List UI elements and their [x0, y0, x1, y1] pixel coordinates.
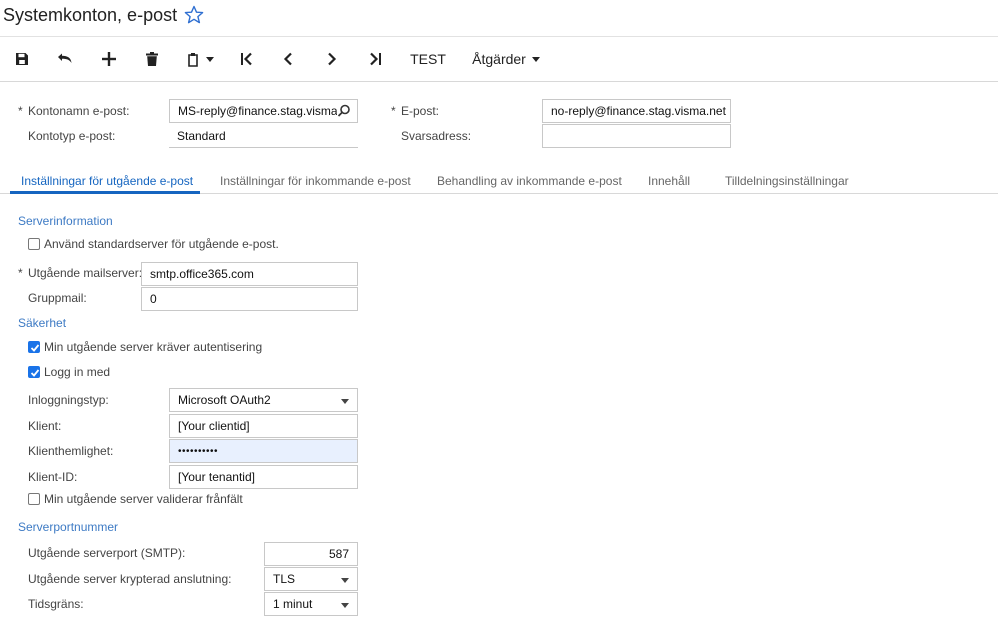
validates-from-label: Min utgående server validerar frånfält [44, 492, 243, 506]
timeout-select[interactable]: 1 minut [264, 592, 358, 616]
last-icon [370, 52, 381, 66]
section-server-info: Serverinformation [18, 214, 113, 228]
outgoing-server-field[interactable]: smtp.office365.com [141, 262, 358, 286]
required-marker: * [391, 104, 396, 118]
required-marker: * [18, 266, 23, 280]
chevron-down-icon [531, 56, 540, 62]
tab-incoming-settings[interactable]: Inställningar för inkommande e-post [220, 174, 411, 188]
encrypted-connection-select[interactable]: TLS [264, 567, 358, 591]
search-icon[interactable] [337, 104, 351, 118]
account-type-field: Standard [169, 124, 358, 148]
client-secret-value: •••••••••• [178, 445, 219, 457]
tab-bar: Inställningar för utgående e-post Instäl… [0, 168, 998, 194]
outgoing-server-label: Utgående mailserver: [28, 266, 143, 280]
actions-menu-label: Åtgärder [472, 51, 526, 67]
test-button[interactable]: TEST [404, 37, 452, 81]
requires-auth-label: Min utgående server kräver autentisering [44, 340, 263, 354]
smtp-port-value: 587 [328, 547, 349, 561]
tab-content[interactable]: Innehåll [648, 174, 690, 188]
account-type-value: Standard [177, 128, 226, 143]
next-icon [328, 52, 337, 66]
toolbar: TEST Åtgärder [0, 36, 998, 82]
tab-incoming-processing[interactable]: Behandling av inkommande e-post [437, 174, 622, 188]
favorite-star-icon[interactable] [184, 5, 204, 25]
active-tab-indicator [10, 191, 200, 194]
reply-address-label: Svarsadress: [401, 129, 472, 143]
group-mail-label: Gruppmail: [28, 291, 87, 305]
login-type-select[interactable]: Microsoft OAuth2 [169, 388, 358, 412]
encrypted-connection-label: Utgående server krypterad anslutning: [28, 572, 232, 586]
first-record-button[interactable] [232, 37, 260, 81]
undo-button[interactable] [51, 37, 79, 81]
first-icon [241, 52, 252, 66]
checkmark-icon [30, 369, 40, 377]
undo-icon [58, 53, 72, 63]
tab-outgoing-settings[interactable]: Inställningar för utgående e-post [21, 174, 193, 188]
smtp-port-label: Utgående serverport (SMTP): [28, 546, 186, 560]
save-button[interactable] [8, 37, 36, 81]
login-type-label: Inloggningstyp: [28, 393, 109, 407]
account-name-label: Kontonamn e-post: [28, 104, 130, 118]
email-label: E-post: [401, 104, 440, 118]
previous-icon [283, 52, 292, 66]
email-field[interactable]: no-reply@finance.stag.visma.net [542, 99, 731, 123]
group-mail-field[interactable]: 0 [141, 287, 358, 311]
tab-assignment-settings[interactable]: Tilldelningsinställningar [725, 174, 849, 188]
test-button-label: TEST [410, 51, 446, 67]
reply-address-field[interactable] [542, 124, 731, 148]
title-bar: Systemkonton, e-post [0, 0, 998, 36]
delete-button[interactable] [138, 37, 166, 81]
chevron-down-icon [206, 56, 214, 62]
client-id-value: [Your tenantid] [178, 470, 255, 484]
chevron-down-icon [341, 578, 349, 583]
login-with-label: Logg in med [44, 365, 111, 379]
copy-paste-button[interactable] [183, 37, 219, 81]
delete-icon [146, 52, 158, 66]
client-id-label: Klient-ID: [28, 470, 78, 484]
email-value: no-reply@finance.stag.visma.net [551, 104, 726, 118]
next-record-button[interactable] [318, 37, 346, 81]
save-icon [16, 53, 28, 65]
account-type-label: Kontotyp e-post: [28, 129, 116, 143]
account-name-value: MS-reply@finance.stag.visma.n [178, 104, 348, 118]
use-default-server-checkbox[interactable] [28, 238, 40, 250]
client-id-field[interactable]: [Your tenantid] [169, 465, 358, 489]
page-title: Systemkonton, e-post [3, 5, 178, 25]
client-secret-field[interactable]: •••••••••• [169, 439, 358, 463]
section-server-ports: Serverportnummer [18, 520, 119, 534]
login-with-checkbox[interactable] [28, 366, 40, 378]
chevron-down-icon [341, 603, 349, 608]
add-button[interactable] [95, 37, 123, 81]
last-record-button[interactable] [362, 37, 390, 81]
validates-from-checkbox[interactable] [28, 493, 40, 505]
outgoing-server-value: smtp.office365.com [150, 267, 254, 281]
login-type-value: Microsoft OAuth2 [178, 393, 271, 407]
add-icon [102, 52, 116, 66]
group-mail-value: 0 [150, 292, 157, 306]
section-security: Säkerhet [18, 316, 67, 330]
client-label: Klient: [28, 419, 62, 433]
actions-menu-button[interactable]: Åtgärder [466, 37, 546, 81]
smtp-port-field[interactable]: 587 [264, 542, 358, 566]
checkmark-icon [30, 344, 40, 352]
copy-paste-icon [188, 52, 198, 67]
client-value: [Your clientid] [178, 419, 250, 433]
use-default-server-label: Använd standardserver för utgående e-pos… [44, 237, 279, 251]
account-name-field[interactable]: MS-reply@finance.stag.visma.n [169, 99, 358, 123]
required-marker: * [18, 104, 23, 118]
client-field[interactable]: [Your clientid] [169, 414, 358, 438]
timeout-value: 1 minut [273, 597, 313, 611]
encrypted-connection-value: TLS [273, 572, 296, 586]
timeout-label: Tidsgräns: [28, 597, 84, 611]
chevron-down-icon [341, 399, 349, 404]
client-secret-label: Klienthemlighet: [28, 444, 114, 458]
previous-record-button[interactable] [274, 37, 302, 81]
requires-auth-checkbox[interactable] [28, 341, 40, 353]
